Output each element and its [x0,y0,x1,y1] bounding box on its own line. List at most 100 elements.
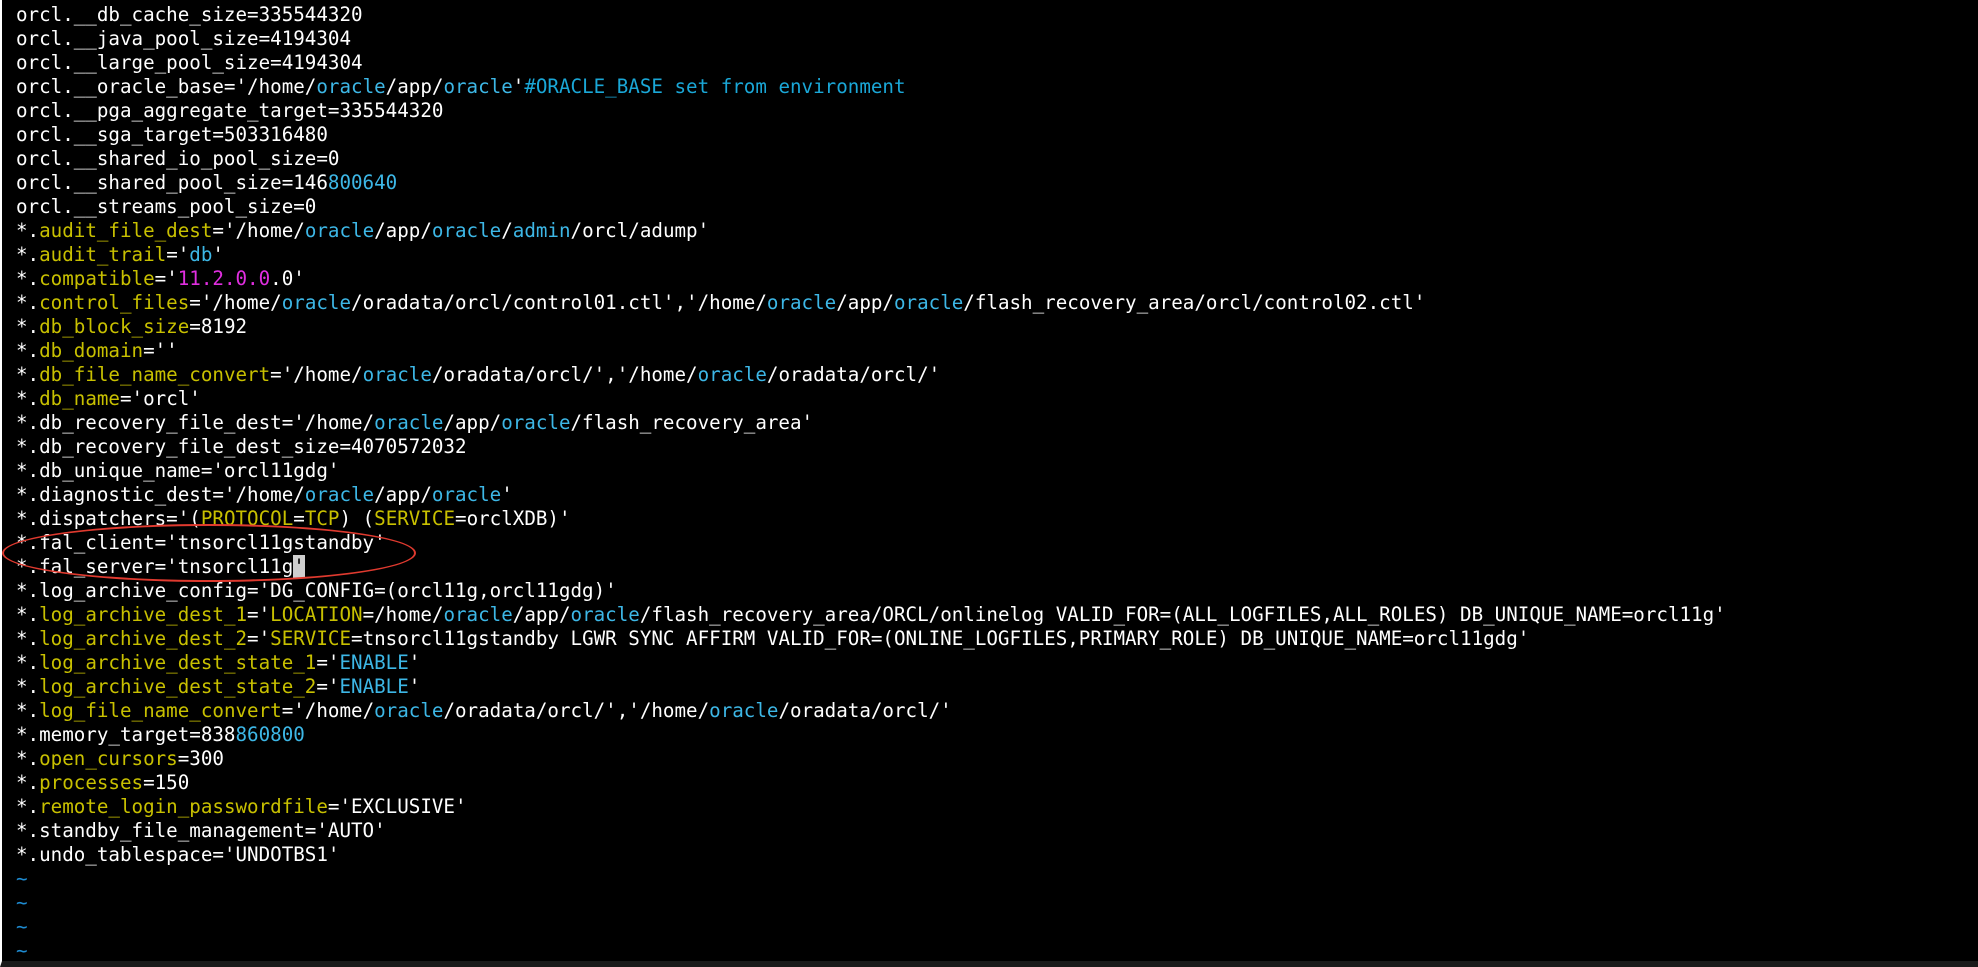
code-line[interactable]: orcl.__oracle_base='/home/oracle/app/ora… [16,75,1976,99]
code-token: PROTOCOL [200,507,294,530]
code-token: ='' [143,339,178,362]
code-token: oracle [304,483,375,506]
code-token: /oradata/orcl/','/home/ [431,363,698,386]
code-token: *.log_archive_config='DG_CONFIG=(orcl11g… [16,579,617,602]
code-token: SERVICE [270,627,352,650]
code-line[interactable]: *.standby_file_management='AUTO' [16,819,1976,843]
code-token: *. [16,219,40,242]
code-token: =' [247,603,271,626]
code-token: *. [16,771,40,794]
code-line[interactable]: *.fal_server='tnsorcl11g' [16,555,1976,579]
code-token: 800640 [327,171,398,194]
code-token: oracle [501,411,571,434]
code-token: *.db_recovery_file_dest='/home/ [16,411,375,434]
code-token: *. [16,339,40,362]
code-token: orcl.__pga_aggregate_target=335544320 [16,99,444,122]
code-line[interactable]: *.control_files='/home/oracle/oradata/or… [16,291,1976,315]
code-line[interactable]: *.processes=150 [16,771,1976,795]
code-line[interactable]: orcl.__streams_pool_size=0 [16,195,1976,219]
code-token: orcl.__large_pool_size=4194304 [16,51,363,74]
code-line[interactable]: *.audit_trail='db' [16,243,1976,267]
empty-line-marker: ~ [16,867,28,890]
code-line[interactable]: orcl.__large_pool_size=4194304 [16,51,1976,75]
code-token: *. [16,603,40,626]
code-token: .0' [270,267,305,290]
code-token: oracle [766,291,837,314]
code-line[interactable]: *.db_block_size=8192 [16,315,1976,339]
code-line[interactable]: *.open_cursors=300 [16,747,1976,771]
code-token: oracle [709,699,779,722]
code-token: *.standby_file_management='AUTO' [16,819,386,842]
code-line[interactable]: *.log_archive_config='DG_CONFIG=(orcl11g… [16,579,1976,603]
code-line[interactable]: orcl.__shared_io_pool_size=0 [16,147,1976,171]
code-token: /oradata/orcl/','/home/ [443,699,710,722]
code-token: remote_login_passwordfile [39,795,328,818]
empty-line-marker: ~ [16,939,28,962]
code-token: *. [16,675,40,698]
code-token: =orclXDB)' [455,507,571,530]
vim-editor-buffer[interactable]: orcl.__db_cache_size=335544320 orcl.__jav… [16,3,1976,963]
code-token: ENABLE [339,651,409,674]
code-line[interactable]: *.log_archive_dest_state_2='ENABLE' [16,675,1976,699]
code-line[interactable]: orcl.__db_cache_size=335544320 [16,3,1976,27]
code-line[interactable]: orcl.__sga_target=503316480 [16,123,1976,147]
code-token: log_archive_dest_state_2 [39,675,317,698]
code-token: /app/ [374,483,432,506]
code-line[interactable]: *.db_file_name_convert='/home/oracle/ora… [16,363,1976,387]
code-line[interactable]: *.compatible='11.2.0.0.0' [16,267,1976,291]
code-token: *.memory_target=838 [16,723,236,746]
code-token: audit_file_dest [39,219,213,242]
code-token: = [293,507,305,530]
code-line[interactable]: *.dispatchers='(PROTOCOL=TCP) (SERVICE=o… [16,507,1976,531]
code-token: admin [512,219,571,242]
code-token: *. [16,243,40,266]
code-token: *. [16,627,40,650]
code-token: =8192 [189,315,248,338]
code-line[interactable]: *.db_domain='' [16,339,1976,363]
code-token: *. [16,699,40,722]
code-token: ' [212,243,224,266]
code-token: /orcl/adump' [570,219,710,242]
code-line[interactable]: *.remote_login_passwordfile='EXCLUSIVE' [16,795,1976,819]
code-line[interactable]: *.log_archive_dest_state_1='ENABLE' [16,651,1976,675]
code-line[interactable]: *.log_archive_dest_1='LOCATION=/home/ora… [16,603,1976,627]
code-token: db [189,243,213,266]
code-token: /flash_recovery_area' [570,411,814,434]
code-line[interactable]: *.log_archive_dest_2='SERVICE=tnsorcl11g… [16,627,1976,651]
code-token: /oradata/orcl/' [766,363,941,386]
code-line[interactable]: *.db_unique_name='orcl11gdg' [16,459,1976,483]
code-token: LOCATION [270,603,363,626]
code-line[interactable]: orcl.__java_pool_size=4194304 [16,27,1976,51]
code-token: orcl.__shared_pool_size=146 [16,171,328,194]
code-line[interactable]: *.undo_tablespace='UNDOTBS1' [16,843,1976,867]
code-line[interactable]: *.db_recovery_file_dest_size=4070572032 [16,435,1976,459]
code-token: ='orcl' [119,387,201,410]
code-token: db_domain [39,339,144,362]
code-line[interactable]: orcl.__pga_aggregate_target=335544320 [16,99,1976,123]
code-line[interactable]: *.log_file_name_convert='/home/oracle/or… [16,699,1976,723]
code-token: oracle [443,603,513,626]
code-token: ' [501,483,513,506]
code-line[interactable]: *.diagnostic_dest='/home/oracle/app/orac… [16,483,1976,507]
code-token: /app/ [443,411,502,434]
code-token: ENABLE [339,675,409,698]
code-token: ) ( [339,507,375,530]
code-line[interactable]: *.fal_client='tnsorcl11gstandby' [16,531,1976,555]
code-line[interactable]: *.db_name='orcl' [16,387,1976,411]
code-token: *. [16,267,40,290]
terminal-window[interactable]: orcl.__db_cache_size=335544320 orcl.__jav… [0,0,1978,967]
code-token: oracle [431,219,502,242]
code-token: /app/ [512,603,571,626]
code-token: orcl.__shared_io_pool_size=0 [16,147,340,170]
code-token: db_block_size [39,315,190,338]
code-line[interactable]: orcl.__shared_pool_size=146800640 [16,171,1976,195]
code-line[interactable]: *.audit_file_dest='/home/oracle/app/orac… [16,219,1976,243]
code-line[interactable]: *.db_recovery_file_dest='/home/oracle/ap… [16,411,1976,435]
code-token: =' [154,267,178,290]
code-token: oracle [570,603,640,626]
code-token: /flash_recovery_area/ORCL/onlinelog VALI… [639,603,1726,626]
code-token: SERVICE [374,507,456,530]
code-line[interactable]: *.memory_target=838860800 [16,723,1976,747]
code-token: *.dispatchers='( [16,507,201,530]
code-token: *.db_recovery_file_dest_size=4070572032 [16,435,467,458]
